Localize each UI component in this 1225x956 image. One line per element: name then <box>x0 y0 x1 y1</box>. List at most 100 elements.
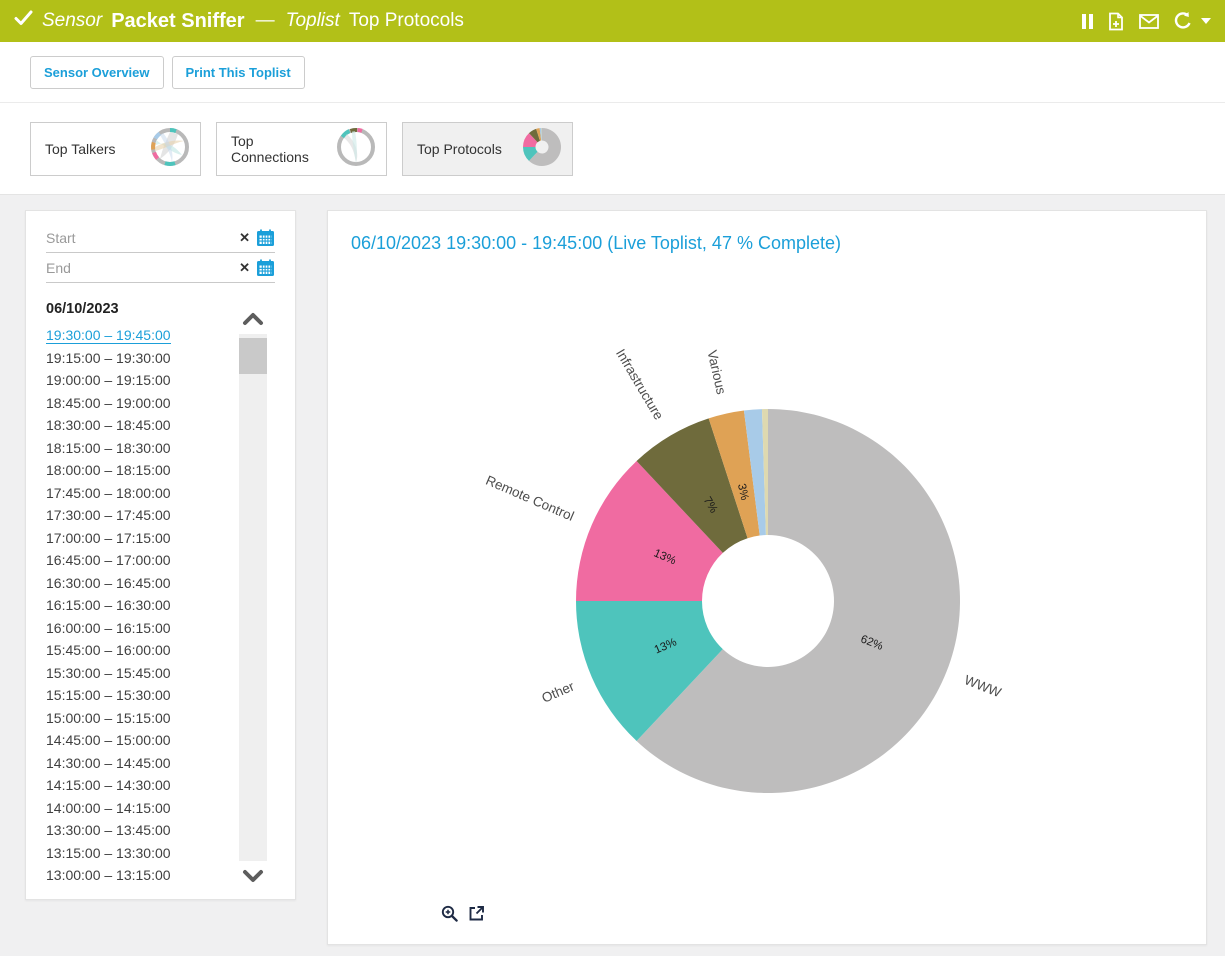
toplist-interval-label: 17:30:00 – 17:45:00 <box>46 507 171 523</box>
interval-scrollbar[interactable] <box>239 304 267 891</box>
toplist-interval-label: 19:00:00 – 19:15:00 <box>46 372 171 388</box>
email-icon[interactable] <box>1139 14 1159 29</box>
scroll-down-icon[interactable] <box>239 861 267 891</box>
toplist-interval-label: 17:00:00 – 17:15:00 <box>46 530 171 546</box>
scrollbar-thumb[interactable] <box>239 338 267 374</box>
calendar-icon[interactable] <box>256 229 275 247</box>
open-external-icon[interactable] <box>468 905 485 922</box>
tab-label: Top Talkers <box>45 141 116 157</box>
toplist-interval-label: 15:00:00 – 15:15:00 <box>46 710 171 726</box>
breadcrumb: Sensor Packet Sniffer — Toplist Top Prot… <box>14 10 464 33</box>
toplist-interval-label: 18:00:00 – 18:15:00 <box>46 462 171 478</box>
donut-chart-icon <box>520 125 564 172</box>
toplist-interval-label: 18:45:00 – 19:00:00 <box>46 395 171 411</box>
toplist-interval-label: 14:15:00 – 14:30:00 <box>46 777 171 793</box>
toplist-interval[interactable]: 18:15:00 – 18:30:00 <box>46 437 224 460</box>
toplist-interval[interactable]: 19:00:00 – 19:15:00 <box>46 369 224 392</box>
toplist-interval-label: 18:30:00 – 18:45:00 <box>46 417 171 433</box>
toplist-interval-label: 15:45:00 – 16:00:00 <box>46 642 171 658</box>
header-actions <box>1082 12 1211 31</box>
pause-icon[interactable] <box>1082 14 1093 29</box>
protocols-donut-chart[interactable]: 62%WWW13%Other13%Remote Control7%Infrast… <box>328 251 1208 911</box>
toplist-interval[interactable]: 18:45:00 – 19:00:00 <box>46 392 224 415</box>
tab-top-talkers[interactable]: Top Talkers <box>30 122 201 176</box>
toplist-title: 06/10/2023 19:30:00 - 19:45:00 (Live Top… <box>328 211 1206 254</box>
tab-label: Top Connections <box>231 133 334 165</box>
toplist-interval[interactable]: 14:45:00 – 15:00:00 <box>46 729 224 752</box>
interval-filter-panel: ✕ ✕ <box>25 210 296 900</box>
scroll-up-icon[interactable] <box>239 304 267 334</box>
toplist-interval[interactable]: 16:30:00 – 16:45:00 <box>46 572 224 595</box>
page-header: Sensor Packet Sniffer — Toplist Top Prot… <box>0 0 1225 42</box>
toplist-interval[interactable]: 14:30:00 – 14:45:00 <box>46 752 224 775</box>
tab-top-protocols[interactable]: Top Protocols <box>402 122 573 176</box>
chord-diagram-icon <box>148 125 192 172</box>
chart-footer-icons <box>441 905 485 922</box>
pie-slice-label: Other <box>540 678 577 705</box>
toplist-interval-label: 13:30:00 – 13:45:00 <box>46 822 171 838</box>
end-date-input[interactable] <box>46 260 233 276</box>
toplist-interval-label: 16:30:00 – 16:45:00 <box>46 575 171 591</box>
toplist-interval-label: 13:00:00 – 13:15:00 <box>46 867 171 883</box>
start-date-input[interactable] <box>46 230 233 246</box>
toplist-interval[interactable]: 13:15:00 – 13:30:00 <box>46 842 224 865</box>
toplist-interval-label: 19:30:00 – 19:45:00 <box>46 327 171 344</box>
add-report-icon[interactable] <box>1107 12 1125 31</box>
caret-down-icon[interactable] <box>1201 18 1211 24</box>
toolbar-area: Sensor Overview Print This Toplist Top T… <box>0 42 1225 195</box>
end-date-field: ✕ <box>46 253 275 283</box>
toplist-interval-label: 16:15:00 – 16:30:00 <box>46 597 171 613</box>
toplist-interval[interactable]: 13:30:00 – 13:45:00 <box>46 819 224 842</box>
start-date-field: ✕ <box>46 223 275 253</box>
clear-start-icon[interactable]: ✕ <box>233 230 256 246</box>
toplist-interval[interactable]: 16:00:00 – 16:15:00 <box>46 617 224 640</box>
pie-slice-label: Infrastructure <box>613 346 666 422</box>
toplist-interval-label: 18:15:00 – 18:30:00 <box>46 440 171 456</box>
toplist-interval[interactable]: 17:30:00 – 17:45:00 <box>46 504 224 527</box>
pie-slice-label: WWW <box>962 672 1003 700</box>
calendar-icon[interactable] <box>256 259 275 277</box>
toplist-interval-label: 16:45:00 – 17:00:00 <box>46 552 171 568</box>
button-row: Sensor Overview Print This Toplist <box>0 42 1225 103</box>
refresh-icon[interactable] <box>1173 12 1193 31</box>
page-title: Top Protocols <box>349 10 464 32</box>
device-name[interactable]: Packet Sniffer <box>111 10 244 33</box>
pie-slice-label: Remote Control <box>484 473 577 524</box>
toplist-interval[interactable]: 15:45:00 – 16:00:00 <box>46 639 224 662</box>
toplist-interval[interactable]: 15:00:00 – 15:15:00 <box>46 707 224 730</box>
toplist-interval[interactable]: 15:15:00 – 15:30:00 <box>46 684 224 707</box>
interval-list: 19:30:00 – 19:45:00 19:15:00 – 19:30:00 19… <box>46 324 224 887</box>
zoom-in-icon[interactable] <box>441 905 458 922</box>
toplist-interval-label: 14:30:00 – 14:45:00 <box>46 755 171 771</box>
toplist-interval[interactable]: 14:15:00 – 14:30:00 <box>46 774 224 797</box>
interval-date-header: 06/10/2023 <box>46 301 224 317</box>
toplist-interval-label: 15:15:00 – 15:30:00 <box>46 687 171 703</box>
toplist-interval[interactable]: 14:00:00 – 14:15:00 <box>46 797 224 820</box>
toplist-interval[interactable]: 18:00:00 – 18:15:00 <box>46 459 224 482</box>
toplist-interval[interactable]: 18:30:00 – 18:45:00 <box>46 414 224 437</box>
toplist-tabs: Top Talkers Top Connections <box>0 103 1225 195</box>
toplist-interval[interactable]: 13:00:00 – 13:15:00 <box>46 864 224 887</box>
toplist-interval-label: 14:45:00 – 15:00:00 <box>46 732 171 748</box>
clear-end-icon[interactable]: ✕ <box>233 260 256 276</box>
toplist-interval[interactable]: 19:30:00 – 19:45:00 <box>46 324 224 347</box>
tab-label: Top Protocols <box>417 141 502 157</box>
toplist-interval-label: 15:30:00 – 15:45:00 <box>46 665 171 681</box>
section-label: Toplist <box>286 10 340 32</box>
object-kind-label: Sensor <box>42 10 102 32</box>
toplist-interval[interactable]: 17:45:00 – 18:00:00 <box>46 482 224 505</box>
interval-list-wrap: 06/10/2023 19:30:00 – 19:45:00 19:15:00 –… <box>46 301 224 887</box>
toplist-interval-label: 17:45:00 – 18:00:00 <box>46 485 171 501</box>
toplist-chart-panel: 06/10/2023 19:30:00 - 19:45:00 (Live Top… <box>327 210 1207 945</box>
chord-diagram-icon <box>334 125 378 172</box>
tab-top-connections[interactable]: Top Connections <box>216 122 387 176</box>
print-toplist-button[interactable]: Print This Toplist <box>172 56 305 89</box>
sensor-overview-button[interactable]: Sensor Overview <box>30 56 164 89</box>
toplist-interval[interactable]: 16:15:00 – 16:30:00 <box>46 594 224 617</box>
toplist-interval[interactable]: 17:00:00 – 17:15:00 <box>46 527 224 550</box>
toplist-interval[interactable]: 15:30:00 – 15:45:00 <box>46 662 224 685</box>
toplist-interval-label: 14:00:00 – 14:15:00 <box>46 800 171 816</box>
toplist-interval[interactable]: 19:15:00 – 19:30:00 <box>46 347 224 370</box>
breadcrumb-separator: — <box>254 10 277 32</box>
toplist-interval[interactable]: 16:45:00 – 17:00:00 <box>46 549 224 572</box>
